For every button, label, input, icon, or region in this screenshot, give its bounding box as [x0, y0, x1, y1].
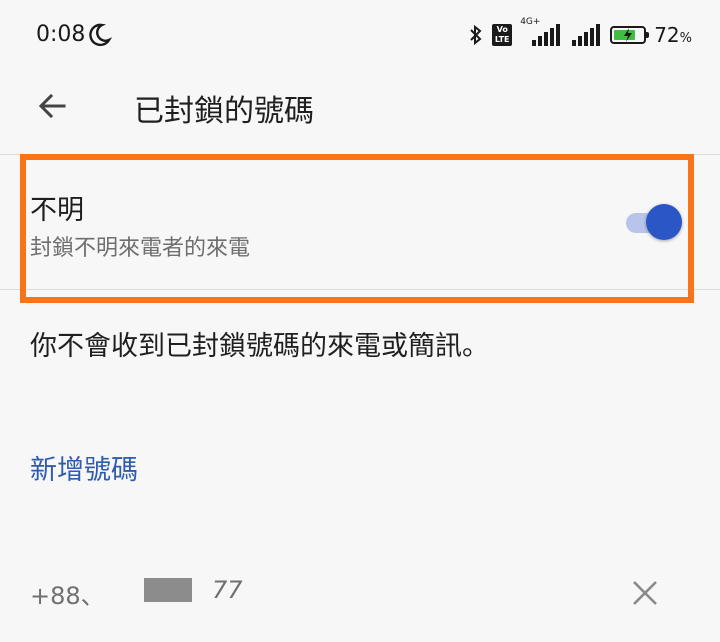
- moon-icon: [89, 23, 112, 47]
- signal-icon: 4G+: [520, 17, 562, 47]
- arrow-back-icon[interactable]: [34, 88, 70, 124]
- signal-icon: [572, 24, 601, 46]
- status-time: 0:08: [36, 22, 86, 47]
- blocked-number-row: +88、 77: [0, 560, 720, 620]
- app-bar: 已封鎖的號碼: [0, 70, 720, 142]
- battery-percent-value: 72: [654, 23, 680, 47]
- page-title: 已封鎖的號碼: [134, 94, 314, 129]
- close-icon[interactable]: [630, 578, 660, 608]
- block-unknown-callers-row[interactable]: 不明 封鎖不明來電者的來電: [0, 170, 720, 280]
- blocked-number-prefix: +88、: [30, 582, 105, 610]
- blocked-number-suffix: 77: [212, 576, 243, 604]
- status-icons: Vo LTE 4G+ 72%: [468, 17, 692, 50]
- block-unknown-toggle[interactable]: [624, 204, 684, 242]
- battery-percent: 72%: [654, 23, 692, 47]
- redacted-number-block: [144, 578, 192, 602]
- add-number-button[interactable]: 新增號碼: [30, 448, 138, 487]
- status-bar: 0:08 Vo LTE 4G+ 72%: [0, 0, 720, 70]
- battery-percent-unit: %: [679, 31, 692, 46]
- bluetooth-icon: [470, 24, 482, 46]
- divider: [0, 289, 720, 290]
- block-unknown-title: 不明: [30, 195, 84, 226]
- volte-bottom-label: LTE: [494, 35, 510, 44]
- toggle-thumb: [646, 204, 682, 240]
- battery-charging-icon: [610, 26, 650, 44]
- block-unknown-subtitle: 封鎖不明來電者的來電: [30, 236, 251, 261]
- divider: [0, 154, 720, 155]
- blocked-info-text: 你不會收到已封鎖號碼的來電或簡訊。: [30, 331, 489, 362]
- volte-icon: Vo LTE: [492, 24, 513, 46]
- volte-top-label: Vo: [496, 25, 508, 34]
